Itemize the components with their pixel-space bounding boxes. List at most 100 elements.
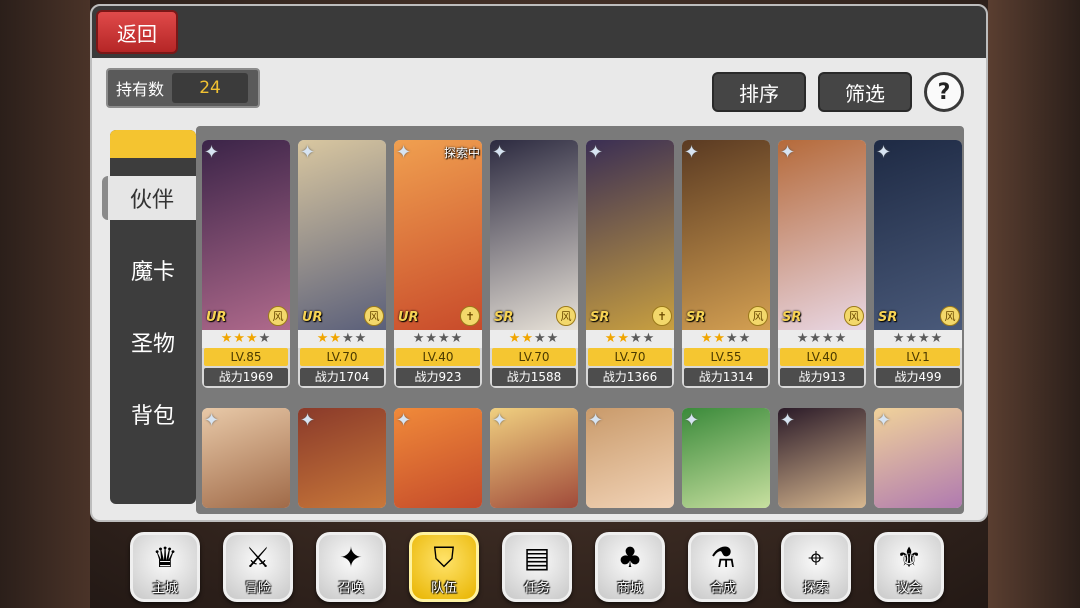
element-icon: 风 xyxy=(268,306,288,326)
main-panel: 返回 持有数 24 排序 筛选 ? 伙伴 魔卡 圣物 背包 ✦ UR 风 ★★★… xyxy=(90,4,988,522)
sidebar-accent xyxy=(110,130,196,158)
nav-button-main-city[interactable]: ♛ 主城 xyxy=(130,532,200,602)
help-button[interactable]: ? xyxy=(924,72,964,112)
filter-button[interactable]: 筛选 xyxy=(818,72,912,112)
rarity-badge: UR xyxy=(398,310,419,325)
power-label: 战力913 xyxy=(780,368,864,386)
back-button[interactable]: 返回 xyxy=(96,10,178,54)
character-card[interactable]: ✦ SR ✝ ★★★★ LV.70 战力1366 xyxy=(586,140,674,388)
nav-button-quest[interactable]: ▤ 任务 xyxy=(502,532,572,602)
rarity-badge: UR xyxy=(302,310,323,325)
class-icon: ✦ xyxy=(492,410,508,431)
class-icon: ✦ xyxy=(300,142,316,163)
character-portrait xyxy=(490,140,578,330)
level-label: LV.70 xyxy=(492,348,576,366)
character-card[interactable]: ✦ 探索中 UR ✝ ★★★★ LV.40 战力923 xyxy=(394,140,482,388)
character-grid: ✦ UR 风 ★★★★ LV.85 战力1969 ✦ UR 风 ★★★★ LV.… xyxy=(196,126,964,514)
character-card[interactable]: ✦ xyxy=(586,408,674,508)
bottom-nav: ♛ 主城 ⚔ 冒险 ✦ 召唤 ⛉ 队伍 ▤ 任务 ♣ 商城 ⚗ 合成 ⌖ 探索 ⚜ 议会 xyxy=(0,526,1080,608)
class-icon: ✦ xyxy=(492,142,508,163)
character-card[interactable]: ✦ SR 风 ★★★★ LV.70 战力1588 xyxy=(490,140,578,388)
character-card[interactable]: ✦ xyxy=(778,408,866,508)
class-icon: ✦ xyxy=(396,410,412,431)
character-portrait xyxy=(202,140,290,330)
character-card[interactable]: ✦ xyxy=(874,408,962,508)
level-label: LV.70 xyxy=(588,348,672,366)
nav-label: 冒险 xyxy=(244,581,271,596)
nav-label: 合成 xyxy=(709,581,736,596)
character-card[interactable]: ✦ UR 风 ★★★★ LV.85 战力1969 xyxy=(202,140,290,388)
star-rating: ★★★★ xyxy=(298,330,386,348)
character-card[interactable]: ✦ SR 风 ★★★★ LV.1 战力499 xyxy=(874,140,962,388)
character-card[interactable]: ✦ xyxy=(490,408,578,508)
sidebar-item-magic-cards[interactable]: 魔卡 xyxy=(110,248,196,292)
owned-count: 持有数 24 xyxy=(106,68,260,108)
character-card[interactable]: ✦ SR 风 ★★★★ LV.55 战力1314 xyxy=(682,140,770,388)
summon-icon: ✦ xyxy=(339,541,363,574)
sidebar-item-relics[interactable]: 圣物 xyxy=(110,320,196,364)
nav-button-team[interactable]: ⛉ 队伍 xyxy=(409,532,479,602)
level-label: LV.70 xyxy=(300,348,384,366)
star-rating: ★★★★ xyxy=(586,330,674,348)
nav-button-explore[interactable]: ⌖ 探索 xyxy=(781,532,851,602)
character-card[interactable]: ✦ xyxy=(202,408,290,508)
character-card[interactable]: ✦ xyxy=(682,408,770,508)
main-city-icon: ♛ xyxy=(152,541,178,574)
element-icon: 风 xyxy=(748,306,768,326)
background-right xyxy=(988,0,1080,608)
sidebar-item-bag[interactable]: 背包 xyxy=(110,392,196,436)
nav-button-council[interactable]: ⚜ 议会 xyxy=(874,532,944,602)
nav-button-craft[interactable]: ⚗ 合成 xyxy=(688,532,758,602)
sidebar-item-partners[interactable]: 伙伴 xyxy=(102,176,196,220)
star-rating: ★★★★ xyxy=(490,330,578,348)
rarity-badge: SR xyxy=(878,310,898,325)
sort-button[interactable]: 排序 xyxy=(712,72,806,112)
element-icon: 风 xyxy=(940,306,960,326)
class-icon: ✦ xyxy=(780,410,796,431)
class-icon: ✦ xyxy=(300,410,316,431)
character-card[interactable]: ✦ xyxy=(394,408,482,508)
level-label: LV.1 xyxy=(876,348,960,366)
nav-label: 召唤 xyxy=(337,581,364,596)
class-icon: ✦ xyxy=(588,142,604,163)
star-rating: ★★★★ xyxy=(682,330,770,348)
status-tag: 探索中 xyxy=(443,146,480,160)
nav-label: 议会 xyxy=(895,581,922,596)
background-left xyxy=(0,0,90,608)
power-label: 战力1969 xyxy=(204,368,288,386)
character-card[interactable]: ✦ SR 风 ★★★★ LV.40 战力913 xyxy=(778,140,866,388)
rarity-badge: SR xyxy=(782,310,802,325)
class-icon: ✦ xyxy=(204,410,220,431)
character-portrait xyxy=(778,140,866,330)
shop-icon: ♣ xyxy=(617,541,643,574)
explore-icon: ⌖ xyxy=(808,541,824,574)
power-label: 战力1704 xyxy=(300,368,384,386)
rarity-badge: SR xyxy=(686,310,706,325)
character-card[interactable]: ✦ UR 风 ★★★★ LV.70 战力1704 xyxy=(298,140,386,388)
power-label: 战力1366 xyxy=(588,368,672,386)
nav-button-summon[interactable]: ✦ 召唤 xyxy=(316,532,386,602)
power-label: 战力1588 xyxy=(492,368,576,386)
class-icon: ✦ xyxy=(588,410,604,431)
rarity-badge: SR xyxy=(590,310,610,325)
element-icon: 风 xyxy=(844,306,864,326)
character-portrait xyxy=(394,140,482,330)
nav-button-adventure[interactable]: ⚔ 冒险 xyxy=(223,532,293,602)
element-icon: 风 xyxy=(364,306,384,326)
star-rating: ★★★★ xyxy=(202,330,290,348)
level-label: LV.85 xyxy=(204,348,288,366)
character-portrait xyxy=(298,140,386,330)
nav-button-shop[interactable]: ♣ 商城 xyxy=(595,532,665,602)
character-portrait xyxy=(682,140,770,330)
character-card[interactable]: ✦ xyxy=(298,408,386,508)
level-label: LV.40 xyxy=(780,348,864,366)
class-icon: ✦ xyxy=(396,142,412,163)
class-icon: ✦ xyxy=(204,142,220,163)
rarity-badge: SR xyxy=(494,310,514,325)
craft-icon: ⚗ xyxy=(710,541,736,574)
level-label: LV.40 xyxy=(396,348,480,366)
nav-label: 任务 xyxy=(523,581,550,596)
team-icon: ⛉ xyxy=(433,541,455,574)
class-icon: ✦ xyxy=(876,142,892,163)
quest-icon: ▤ xyxy=(523,541,551,574)
